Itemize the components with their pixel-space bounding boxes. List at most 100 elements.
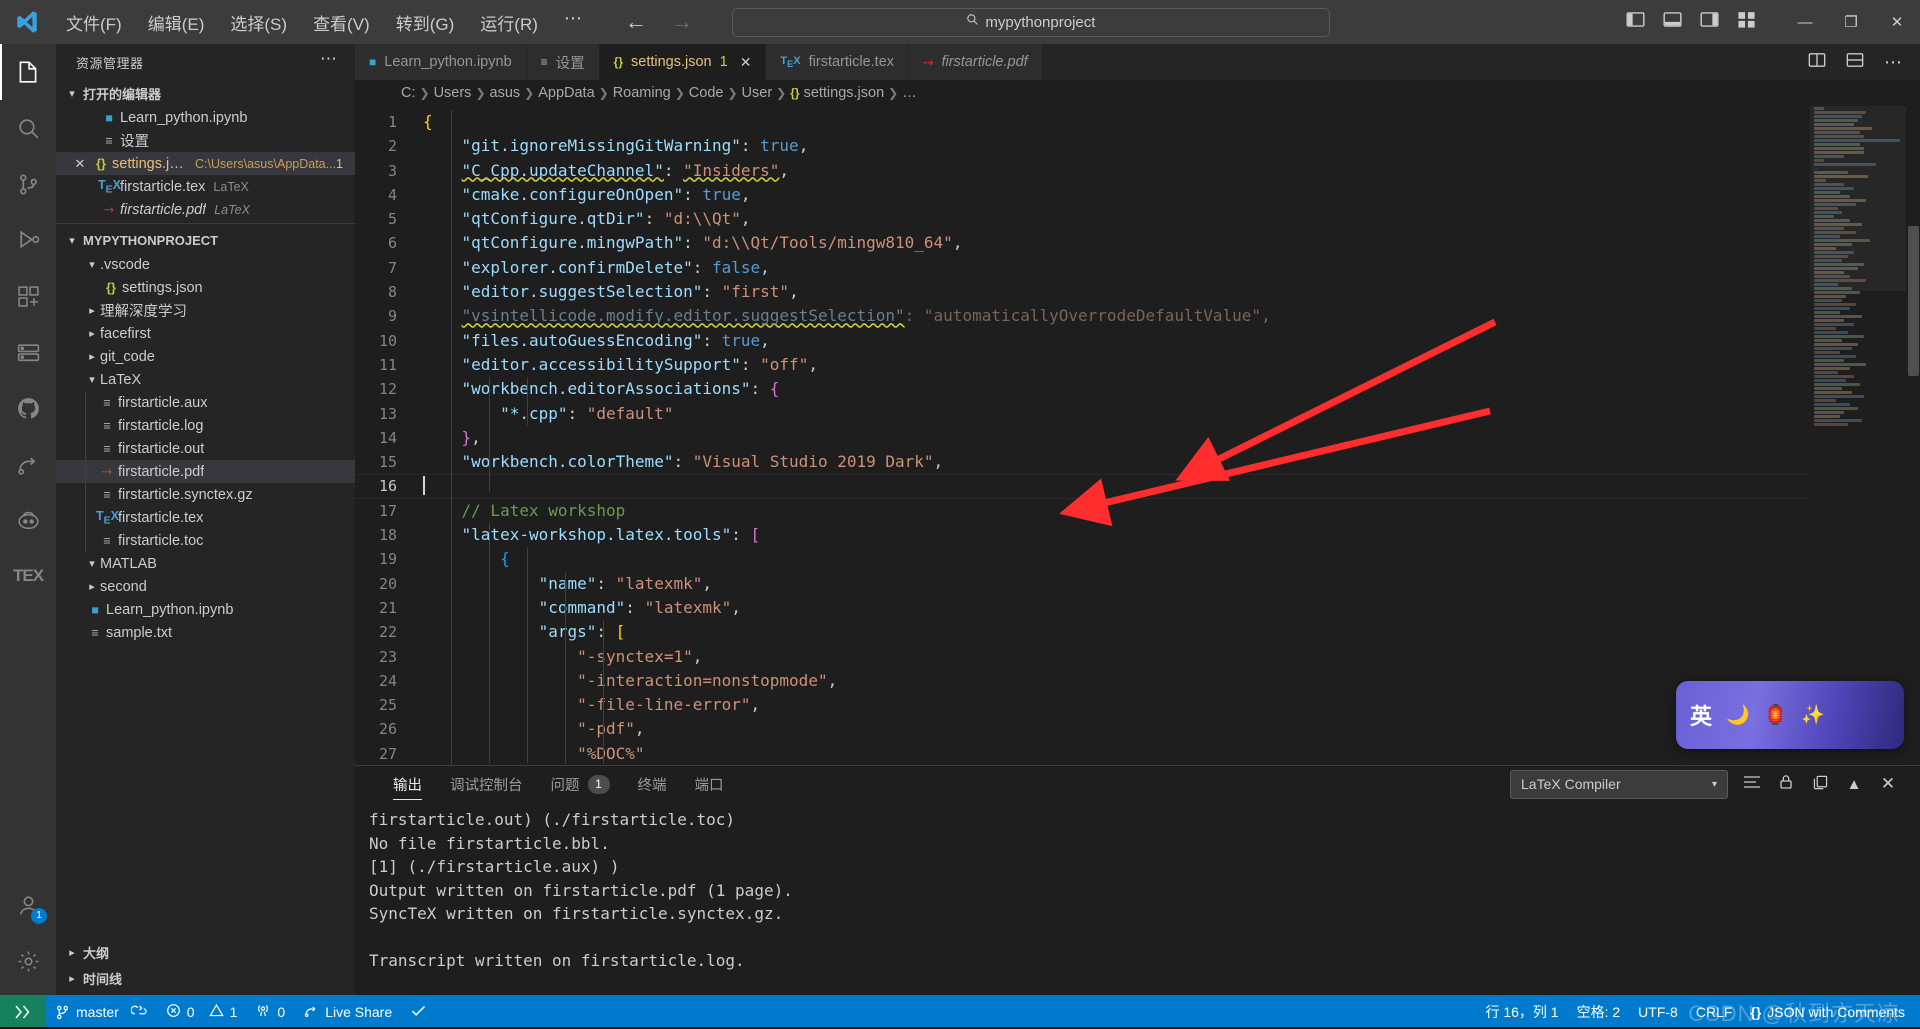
code-line[interactable]: 17 // Latex workshop	[355, 499, 1920, 523]
breadcrumb-item[interactable]: AppData	[538, 85, 594, 101]
code-line[interactable]: 21 "command": "latexmk",	[355, 596, 1920, 620]
minimap[interactable]	[1810, 106, 1906, 765]
activity-explorer-icon[interactable]	[0, 44, 56, 100]
code-line[interactable]: 10 "files.autoGuessEncoding": true,	[355, 329, 1920, 353]
open-in-editor-icon[interactable]	[1810, 775, 1830, 794]
menu-view[interactable]: 查看(V)	[301, 6, 382, 39]
breadcrumb-item[interactable]: C:	[401, 85, 416, 101]
code-line[interactable]: 8 "editor.suggestSelection": "first",	[355, 280, 1920, 304]
code-line[interactable]: 22 "args": [	[355, 620, 1920, 644]
menu-file[interactable]: 文件(F)	[54, 6, 134, 39]
command-center-search[interactable]: mypythonproject	[731, 7, 1330, 37]
code-line[interactable]: 12 "workbench.editorAssociations": {	[355, 377, 1920, 401]
tab-settings-json[interactable]: {} settings.json 1 ✕	[599, 44, 767, 80]
status-live-share[interactable]: Live Share	[294, 995, 401, 1029]
tree-item-facefirst[interactable]: ▸ facefirst	[56, 322, 355, 345]
breadcrumb-item[interactable]: …	[902, 85, 917, 101]
tab-firstarticle-tex[interactable]: TEX firstarticle.tex	[766, 44, 910, 80]
open-editor-item-settings-json[interactable]: ✕ {} settings.json C:\Users\asus\AppData…	[56, 152, 355, 175]
code-line[interactable]: 2 "git.ignoreMissingGitWarning": true,	[355, 134, 1920, 158]
open-editor-item[interactable]: TEX firstarticle.tex LaTeX	[56, 175, 355, 198]
panel-tab-problems[interactable]: 问题 1	[537, 766, 624, 802]
tree-item-aux[interactable]: ≡ firstarticle.aux	[56, 391, 355, 414]
tab-learn-python[interactable]: ■ Learn_python.ipynb	[355, 44, 527, 80]
open-changes-icon[interactable]	[1846, 51, 1864, 73]
open-editor-item[interactable]: ⤑ firstarticle.pdf LaTeX	[56, 198, 355, 221]
tree-item-second[interactable]: ▸ second	[56, 575, 355, 598]
tree-item-toc[interactable]: ≡ firstarticle.toc	[56, 529, 355, 552]
menu-edit[interactable]: 编辑(E)	[136, 6, 217, 39]
editor-more-actions-icon[interactable]: ⋯	[1884, 53, 1902, 71]
status-indentation[interactable]: 空格: 2	[1568, 995, 1630, 1029]
status-check[interactable]	[401, 995, 436, 1029]
minimap-slider[interactable]	[1810, 106, 1906, 291]
breadcrumb-item[interactable]: Users	[434, 85, 472, 101]
activity-github-icon[interactable]	[0, 380, 56, 436]
split-editor-icon[interactable]	[1808, 51, 1826, 73]
customize-layout-icon[interactable]	[1737, 10, 1756, 34]
output-channel-select[interactable]: LaTeX Compiler ▾	[1510, 769, 1728, 799]
tree-item-vscode[interactable]: ▾ .vscode	[56, 253, 355, 276]
scrollbar-thumb[interactable]	[1908, 226, 1919, 376]
maximize-panel-icon[interactable]: ▲	[1844, 776, 1864, 793]
project-section-header[interactable]: ▾ MYPYTHONPROJECT	[56, 227, 355, 253]
code-line[interactable]: 13 "*.cpp": "default"	[355, 402, 1920, 426]
sidebar-more-actions-button[interactable]: ⋯	[320, 50, 337, 71]
menu-more-button[interactable]: ⋯	[552, 9, 594, 34]
activity-source-control-icon[interactable]	[0, 156, 56, 212]
code-line[interactable]: 14 },	[355, 426, 1920, 450]
editor-scrollbar[interactable]	[1906, 106, 1920, 765]
tree-item-sample-txt[interactable]: ≡ sample.txt	[56, 621, 355, 644]
open-editor-item[interactable]: ≡ 设置	[56, 129, 355, 152]
code-line[interactable]: 4 "cmake.configureOnOpen": true,	[355, 183, 1920, 207]
tree-item-log[interactable]: ≡ firstarticle.log	[56, 414, 355, 437]
tree-item-settings-json[interactable]: {} settings.json	[56, 276, 355, 299]
breadcrumb-item[interactable]: asus	[490, 85, 521, 101]
minimize-button[interactable]: —	[1782, 0, 1828, 44]
tree-item-out[interactable]: ≡ firstarticle.out	[56, 437, 355, 460]
menu-run[interactable]: 运行(R)	[468, 6, 550, 39]
breadcrumb-item[interactable]: User	[742, 85, 773, 101]
open-editor-item[interactable]: ■ Learn_python.ipynb	[56, 106, 355, 129]
code-editor[interactable]: 1{2 "git.ignoreMissingGitWarning": true,…	[355, 106, 1920, 765]
tab-firstarticle-pdf[interactable]: ⤑ firstarticle.pdf	[909, 44, 1043, 80]
tab-close-icon[interactable]: ✕	[740, 54, 752, 71]
activity-remote-explorer-icon[interactable]	[0, 324, 56, 380]
open-editors-section-header[interactable]: ▾ 打开的编辑器	[56, 80, 355, 106]
lock-scroll-icon[interactable]	[1776, 774, 1796, 794]
code-line[interactable]: 20 "name": "latexmk",	[355, 572, 1920, 596]
panel-tab-ports[interactable]: 端口	[681, 766, 738, 802]
activity-copilot-icon[interactable]	[0, 492, 56, 548]
tree-item-learn-python[interactable]: ■ Learn_python.ipynb	[56, 598, 355, 621]
panel-tab-debug-console[interactable]: 调试控制台	[436, 766, 537, 802]
remote-window-button[interactable]	[0, 995, 46, 1029]
code-line[interactable]: 5 "qtConfigure.qtDir": "d:\\Qt",	[355, 207, 1920, 231]
breadcrumb-item[interactable]: Roaming	[613, 85, 671, 101]
code-line[interactable]: 6 "qtConfigure.mingwPath": "d:\\Qt/Tools…	[355, 231, 1920, 255]
clear-output-icon[interactable]	[1742, 775, 1762, 794]
maximize-button[interactable]: ❐	[1828, 0, 1874, 44]
status-language-mode[interactable]: {} JSON with Comments	[1741, 995, 1914, 1029]
code-line[interactable]: 7 "explorer.confirmDelete": false,	[355, 256, 1920, 280]
tree-item-git-code[interactable]: ▸ git_code	[56, 345, 355, 368]
activity-run-and-debug-icon[interactable]	[0, 212, 56, 268]
timeline-section-header[interactable]: ▸ 时间线	[56, 965, 355, 991]
code-line[interactable]: 15 "workbench.colorTheme": "Visual Studi…	[355, 450, 1920, 474]
tree-item-synctex[interactable]: ≡ firstarticle.synctex.gz	[56, 483, 355, 506]
toggle-primary-sidebar-icon[interactable]	[1626, 10, 1645, 34]
tree-item-pdf[interactable]: ⤑ firstarticle.pdf	[56, 460, 355, 483]
panel-tab-terminal[interactable]: 终端	[624, 766, 681, 802]
activity-live-share-icon[interactable]	[0, 436, 56, 492]
close-panel-icon[interactable]: ✕	[1878, 774, 1898, 794]
close-window-button[interactable]: ✕	[1874, 0, 1920, 44]
menu-selection[interactable]: 选择(S)	[218, 6, 299, 39]
status-eol[interactable]: CRLF	[1687, 995, 1742, 1029]
status-radio-tower[interactable]: 0	[246, 995, 294, 1029]
status-problems[interactable]: 0 1	[157, 995, 247, 1029]
forward-arrow-icon[interactable]: →	[670, 9, 694, 35]
code-line[interactable]: 3 "C_Cpp.updateChannel": "Insiders",	[355, 159, 1920, 183]
tab-settings[interactable]: ≡ 设置	[526, 44, 600, 80]
code-line[interactable]: 23 "-synctex=1",	[355, 645, 1920, 669]
code-line[interactable]: 19 {	[355, 547, 1920, 571]
code-line[interactable]: 16	[355, 474, 1920, 499]
